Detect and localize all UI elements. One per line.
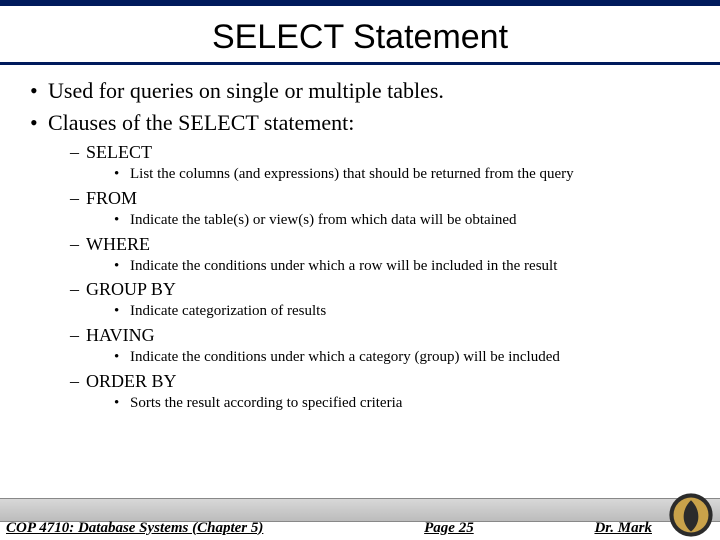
clause-having: HAVING	[30, 325, 700, 346]
clause-having-desc: Indicate the conditions under which a ca…	[30, 348, 700, 367]
slide-body: Used for queries on single or multiple t…	[30, 78, 700, 417]
footer-row: COP 4710: Database Systems (Chapter 5) P…	[0, 518, 720, 540]
bullet-level1: Used for queries on single or multiple t…	[30, 78, 700, 104]
slide-footer: COP 4710: Database Systems (Chapter 5) P…	[0, 492, 720, 540]
bullet-level1: Clauses of the SELECT statement:	[30, 110, 700, 136]
title-underline	[0, 62, 720, 65]
ucf-seal-icon	[668, 492, 714, 538]
top-accent-bar	[0, 0, 720, 6]
clause-from-desc: Indicate the table(s) or view(s) from wh…	[30, 211, 700, 230]
clause-groupby: GROUP BY	[30, 279, 700, 300]
clause-where-desc: Indicate the conditions under which a ro…	[30, 257, 700, 276]
footer-course: COP 4710: Database Systems (Chapter 5)	[6, 520, 263, 537]
clause-select: SELECT	[30, 142, 700, 163]
clause-from: FROM	[30, 188, 700, 209]
slide: SELECT Statement Used for queries on sin…	[0, 0, 720, 540]
slide-title: SELECT Statement	[0, 18, 720, 57]
clause-groupby-desc: Indicate categorization of results	[30, 302, 700, 321]
clause-orderby-desc: Sorts the result according to specified …	[30, 394, 700, 413]
footer-page: Page 25	[263, 520, 594, 537]
clause-where: WHERE	[30, 234, 700, 255]
clause-orderby: ORDER BY	[30, 371, 700, 392]
clause-select-desc: List the columns (and expressions) that …	[30, 165, 700, 184]
